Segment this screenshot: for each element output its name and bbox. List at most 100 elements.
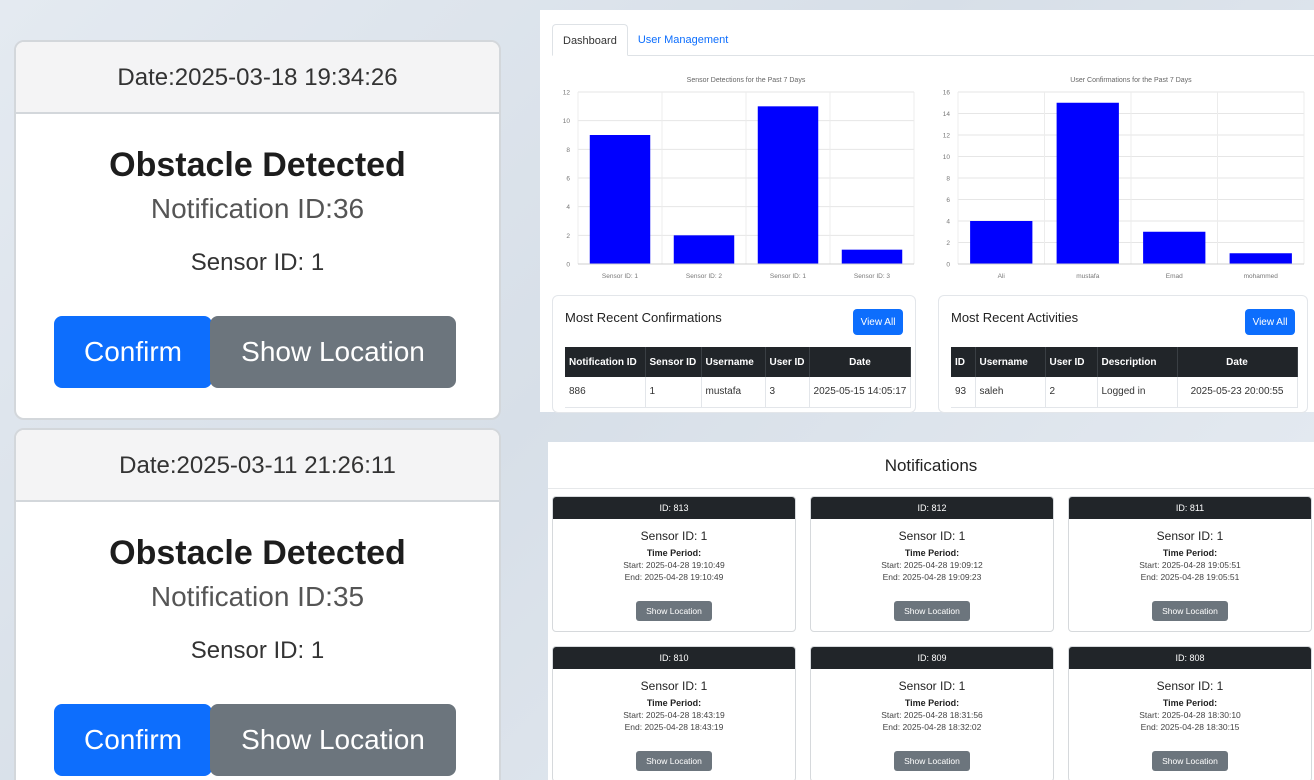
column-header: Date: [1177, 347, 1298, 377]
table-cell: 1: [645, 377, 702, 408]
table-header-row: Notification ID Sensor ID Username User …: [565, 347, 912, 377]
mini-card-id: ID: 810: [553, 647, 795, 669]
table-cell: Logged in: [1097, 377, 1178, 408]
y-tick-label: 8: [946, 176, 950, 183]
y-tick-label: 0: [946, 262, 950, 269]
show-location-button[interactable]: Show Location: [210, 704, 456, 776]
recent-activities-card: Most Recent Activities View All ID Usern…: [938, 295, 1308, 413]
bar: [970, 221, 1033, 264]
confirm-button[interactable]: Confirm: [54, 316, 212, 388]
y-tick-label: 6: [566, 176, 570, 183]
mini-card-sensor: Sensor ID: 1: [898, 679, 966, 693]
notification-title: Obstacle Detected: [109, 146, 406, 184]
column-header: Sensor ID: [645, 347, 702, 377]
table-row: 93 saleh 2 Logged in 2025-05-23 20:00:55: [951, 377, 1298, 408]
mini-card-time-period-label: Time Period:: [904, 698, 960, 708]
bar: [1143, 231, 1206, 264]
y-tick-label: 14: [943, 111, 951, 118]
notification-card: Date:2025-03-11 21:26:11 Obstacle Detect…: [14, 428, 501, 780]
mini-card-time-period-label: Time Period:: [1162, 698, 1218, 708]
dashboard-panel: Dashboard User Management Sensor Detecti…: [540, 10, 1314, 413]
column-header: Notification ID: [565, 347, 646, 377]
confirmations-table: Notification ID Sensor ID Username User …: [565, 347, 912, 408]
view-all-activities-button[interactable]: View All: [1245, 309, 1295, 335]
column-header: Username: [975, 347, 1046, 377]
column-header: User ID: [1045, 347, 1098, 377]
notification-card: Date:2025-03-18 19:34:26 Obstacle Detect…: [14, 40, 501, 420]
y-tick-label: 6: [946, 197, 950, 204]
x-tick-label: Sensor ID: 3: [854, 273, 891, 280]
column-header: Username: [701, 347, 766, 377]
mini-card-end: End: 2025-04-28 18:43:19: [624, 722, 724, 732]
notification-mini-card: ID: 810 Sensor ID: 1 Time Period: Start:…: [552, 646, 796, 780]
notification-date: Date:2025-03-18 19:34:26: [16, 42, 499, 114]
mini-card-start: Start: 2025-04-28 18:30:10: [1139, 710, 1241, 720]
notification-actions: Confirm Show Location: [54, 704, 456, 776]
y-tick-label: 4: [566, 204, 570, 211]
column-header: Date: [809, 347, 912, 377]
bar: [1056, 102, 1119, 264]
y-tick-label: 12: [563, 90, 571, 97]
bar: [673, 235, 735, 264]
notification-sensor: Sensor ID: 1: [190, 637, 325, 664]
sensor-detections-chart-svg: Sensor Detections for the Past 7 Days 0 2 4…: [563, 77, 915, 280]
left-notification-panel: Date:2025-03-18 19:34:26 Obstacle Detect…: [0, 0, 530, 780]
view-all-confirmations-button[interactable]: View All: [853, 309, 903, 335]
table-cell: saleh: [975, 377, 1046, 408]
mini-card-sensor: Sensor ID: 1: [640, 529, 708, 543]
notification-date: Date:2025-03-11 21:26:11: [16, 430, 499, 502]
y-tick-label: 10: [563, 118, 571, 125]
table-cell: 2025-05-15 14:05:17: [809, 377, 912, 408]
mini-card-end: End: 2025-04-28 18:30:15: [1140, 722, 1240, 732]
table-header-row: ID Username User ID Description Date: [951, 347, 1298, 377]
show-location-button[interactable]: Show Location: [636, 751, 712, 771]
table-cell: mustafa: [701, 377, 766, 408]
table-cell: 886: [565, 377, 646, 408]
x-tick-label: mohammed: [1244, 273, 1279, 280]
tab-dashboard[interactable]: Dashboard: [552, 24, 628, 56]
divider: [548, 488, 1314, 489]
activities-table: ID Username User ID Description Date 93 …: [951, 347, 1298, 408]
notification-actions: Confirm Show Location: [54, 316, 456, 388]
notification-mini-card: ID: 813 Sensor ID: 1 Time Period: Start:…: [552, 496, 796, 632]
mini-card-sensor: Sensor ID: 1: [640, 679, 708, 693]
recent-confirmations-title: Most Recent Confirmations: [565, 310, 722, 325]
show-location-button[interactable]: Show Location: [636, 601, 712, 621]
show-location-button[interactable]: Show Location: [210, 316, 456, 388]
table-cell: 2025-05-23 20:00:55: [1177, 377, 1298, 408]
x-tick-label: Ali: [998, 273, 1005, 280]
x-tick-label: Emad: [1166, 273, 1183, 280]
table-cell: 2: [1045, 377, 1098, 408]
y-tick-label: 4: [946, 219, 950, 226]
table-row: 886 1 mustafa 3 2025-05-15 14:05:17: [565, 377, 912, 408]
show-location-button[interactable]: Show Location: [1152, 751, 1228, 771]
show-location-button[interactable]: Show Location: [1152, 601, 1228, 621]
notification-sensor: Sensor ID: 1: [190, 249, 325, 276]
mini-card-sensor: Sensor ID: 1: [1156, 679, 1224, 693]
y-tick-label: 8: [566, 147, 570, 154]
mini-card-end: End: 2025-04-28 19:09:23: [882, 572, 982, 582]
mini-card-time-period-label: Time Period:: [646, 698, 702, 708]
mini-card-start: Start: 2025-04-28 19:05:51: [1139, 560, 1241, 570]
notification-mini-card: ID: 812 Sensor ID: 1 Time Period: Start:…: [810, 496, 1054, 632]
notifications-section: Notifications ID: 813 Sensor ID: 1 Time …: [548, 442, 1314, 780]
notification-mini-card: ID: 811 Sensor ID: 1 Time Period: Start:…: [1068, 496, 1312, 632]
y-tick-label: 16: [943, 90, 951, 97]
mini-card-time-period-label: Time Period:: [904, 548, 960, 558]
confirm-button[interactable]: Confirm: [54, 704, 212, 776]
y-tick-label: 12: [943, 133, 951, 140]
bar: [589, 135, 651, 264]
column-header: ID: [951, 347, 976, 377]
y-tick-label: 10: [943, 154, 951, 161]
show-location-button[interactable]: Show Location: [894, 751, 970, 771]
show-location-button[interactable]: Show Location: [894, 601, 970, 621]
table-cell: 3: [765, 377, 810, 408]
mini-card-end: End: 2025-04-28 19:10:49: [624, 572, 724, 582]
column-header: Description: [1097, 347, 1178, 377]
user-confirmations-chart-svg: User Confirmations for the Past 7 Days 0 2…: [943, 77, 1305, 280]
tab-user-management[interactable]: User Management: [628, 24, 739, 56]
bar: [841, 249, 903, 264]
mini-card-id: ID: 813: [553, 497, 795, 519]
mini-card-time-period-label: Time Period:: [1162, 548, 1218, 558]
x-tick-label: mustafa: [1076, 273, 1100, 280]
